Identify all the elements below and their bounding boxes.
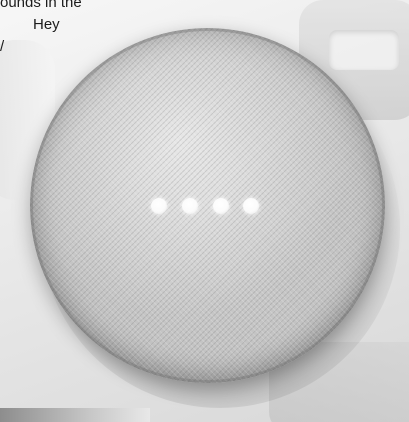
background-caption-text: ounds in the Hey / — [0, 0, 120, 58]
status-light-4 — [243, 198, 259, 214]
background-object-bottom-left — [0, 408, 150, 422]
speaker-rim — [30, 28, 385, 383]
status-light-2 — [182, 198, 198, 214]
status-light-3 — [213, 198, 229, 214]
background-device-slot — [329, 30, 399, 70]
status-light-1 — [151, 198, 167, 214]
smart-speaker — [30, 28, 385, 383]
caption-line-2: Hey — [33, 16, 60, 33]
caption-line-1: ounds in the — [0, 0, 82, 11]
photo-scene: ounds in the Hey / — [0, 0, 409, 422]
caption-line-3: / — [0, 38, 5, 55]
